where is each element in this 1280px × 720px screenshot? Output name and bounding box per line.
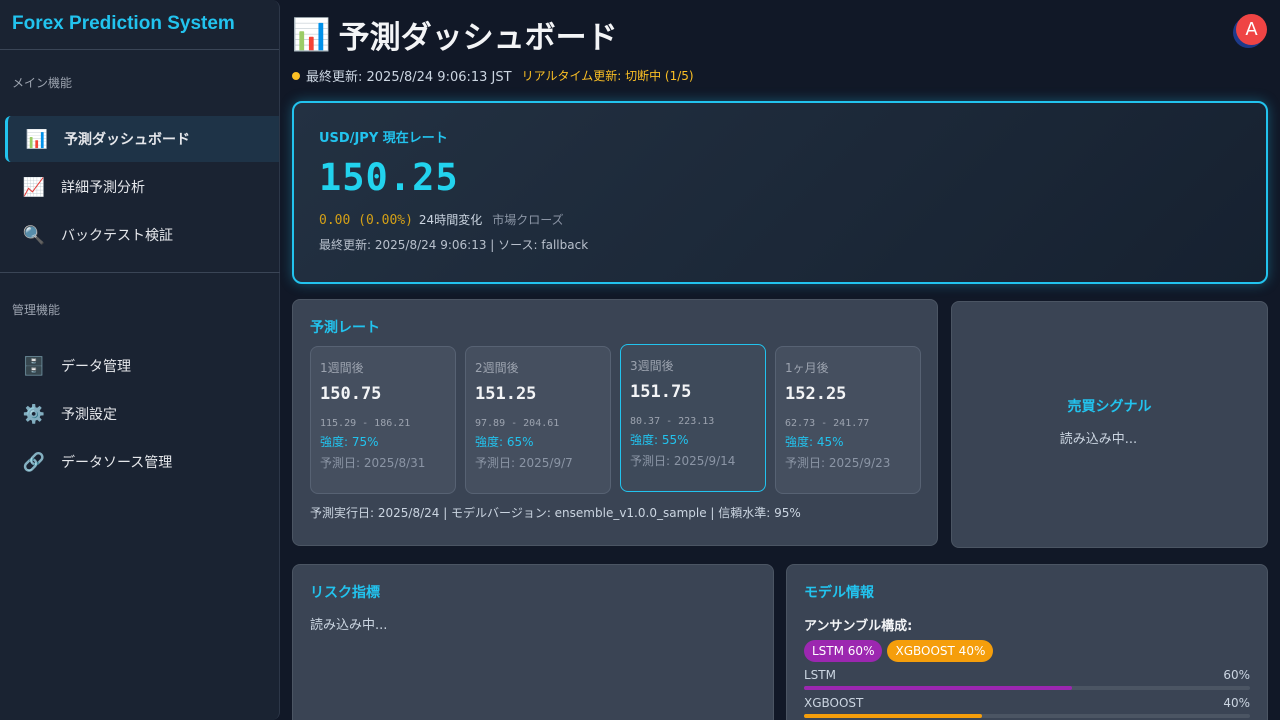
gear-icon: ⚙️ bbox=[22, 403, 46, 425]
prediction-date: 予測日: 2025/9/14 bbox=[630, 454, 736, 468]
prediction-card-highlighted[interactable]: 3週間後 151.75 80.37 - 223.13 強度: 55% 予測日: … bbox=[620, 344, 766, 492]
prediction-rate: 150.75 bbox=[320, 384, 382, 404]
sidebar-item-prediction-settings[interactable]: ⚙️ 予測設定 bbox=[5, 391, 279, 437]
model-weight-row: XGBOOST 40% bbox=[804, 696, 1250, 718]
model-weight-percent: 40% bbox=[1223, 696, 1250, 710]
model-weight-name: LSTM bbox=[804, 668, 836, 682]
sidebar-item-label: バックテスト検証 bbox=[61, 228, 173, 244]
prediction-card[interactable]: 1ヶ月後 152.25 62.73 - 241.77 強度: 45% 予測日: … bbox=[775, 346, 921, 494]
bar-chart-icon: 📊 bbox=[25, 128, 49, 150]
page-title: 📊 予測ダッシュボード bbox=[292, 12, 618, 57]
prediction-date: 予測日: 2025/9/7 bbox=[475, 456, 573, 470]
prediction-period: 3週間後 bbox=[630, 359, 674, 373]
model-weight-fill-xgboost bbox=[804, 714, 983, 718]
prediction-range: 80.37 - 223.13 bbox=[630, 416, 715, 427]
prediction-period: 1ヶ月後 bbox=[785, 361, 829, 375]
model-weight-track bbox=[804, 714, 1250, 718]
sidebar-item-label: 詳細予測分析 bbox=[61, 180, 145, 196]
prediction-panel-title: 予測レート bbox=[310, 320, 380, 336]
sidebar-item-dashboard[interactable]: 📊 予測ダッシュボード bbox=[5, 116, 279, 162]
page-title-text: 予測ダッシュボード bbox=[338, 20, 618, 56]
model-weight-track bbox=[804, 686, 1250, 690]
model-weight-name: XGBOOST bbox=[804, 696, 864, 710]
current-rate-card: USD/JPY 現在レート 150.25 0.00 (0.00%) 24時間変化… bbox=[292, 101, 1268, 284]
prediction-strength: 強度: 65% bbox=[475, 435, 534, 449]
prediction-range: 62.73 - 241.77 bbox=[785, 418, 870, 429]
realtime-status: リアルタイム更新: 切断中 (1/5) bbox=[521, 69, 694, 83]
rate-updated: 最終更新: 2025/8/24 9:06:13 | ソース: fallback bbox=[319, 238, 589, 252]
magnifier-icon: 🔍 bbox=[22, 224, 46, 246]
sidebar-item-label: データ管理 bbox=[61, 359, 131, 375]
prediction-range: 97.89 - 204.61 bbox=[475, 418, 560, 429]
change-row: 0.00 (0.00%) 24時間変化 市場クローズ bbox=[319, 211, 1241, 228]
ensemble-label: アンサンブル構成: bbox=[804, 619, 913, 634]
model-panel-title: モデル情報 bbox=[804, 585, 874, 601]
sidebar-divider bbox=[0, 272, 280, 273]
market-status: 市場クローズ bbox=[492, 213, 564, 227]
prediction-period: 1週間後 bbox=[320, 361, 364, 375]
ensemble-chips: LSTM 60% XGBOOST 40% bbox=[804, 640, 1250, 662]
model-weight-percent: 60% bbox=[1223, 668, 1250, 682]
prediction-strength: 強度: 75% bbox=[320, 435, 379, 449]
risk-panel-title: リスク指標 bbox=[310, 585, 380, 601]
currency-pair-label: USD/JPY 現在レート bbox=[319, 131, 448, 146]
prediction-rate: 151.75 bbox=[630, 382, 692, 402]
prediction-rate: 152.25 bbox=[785, 384, 847, 404]
prediction-card[interactable]: 1週間後 150.75 115.29 - 186.21 強度: 75% 予測日:… bbox=[310, 346, 456, 494]
prediction-rate: 151.25 bbox=[475, 384, 537, 404]
prediction-meta: 予測実行日: 2025/8/24 | モデルバージョン: ensemble_v1… bbox=[310, 506, 801, 520]
status-dot bbox=[292, 71, 300, 80]
model-weight-fill-lstm bbox=[804, 686, 1072, 690]
link-icon: 🔗 bbox=[22, 451, 46, 473]
avatar[interactable]: A bbox=[1236, 14, 1267, 45]
prediction-range: 115.29 - 186.21 bbox=[320, 418, 411, 429]
change-label: 24時間変化 bbox=[418, 213, 483, 227]
file-cabinet-icon: 🗄️ bbox=[22, 355, 46, 377]
sidebar-item-label: データソース管理 bbox=[61, 455, 173, 471]
sidebar-item-label: 予測ダッシュボード bbox=[64, 132, 190, 148]
trade-signal-panel: 売買シグナル 読み込み中... bbox=[951, 301, 1268, 548]
model-chip-lstm: LSTM 60% bbox=[804, 640, 883, 662]
prediction-date: 予測日: 2025/8/31 bbox=[320, 456, 426, 470]
trend-chart-icon: 📈 bbox=[22, 176, 46, 198]
risk-loading: 読み込み中... bbox=[310, 618, 388, 633]
signal-loading: 読み込み中... bbox=[1059, 432, 1138, 447]
prediction-strength: 強度: 55% bbox=[630, 433, 689, 447]
last-updated: 最終更新: 2025/8/24 9:06:13 JST bbox=[306, 70, 512, 85]
current-rate: 150.25 bbox=[319, 156, 459, 199]
bar-chart-icon: 📊 bbox=[292, 17, 331, 53]
prediction-period: 2週間後 bbox=[475, 361, 519, 375]
signal-panel-title: 売買シグナル bbox=[1067, 399, 1152, 415]
brand-title[interactable]: Forex Prediction System bbox=[0, 0, 279, 50]
section-label-main: メイン機能 bbox=[12, 76, 73, 90]
sidebar: Forex Prediction System メイン機能 📊 予測ダッシュボー… bbox=[0, 0, 280, 720]
rate-change: 0.00 (0.00%) bbox=[319, 213, 413, 228]
prediction-strength: 強度: 45% bbox=[785, 435, 844, 449]
prediction-date: 予測日: 2025/9/23 bbox=[785, 456, 891, 470]
sidebar-item-detailed-analysis[interactable]: 📈 詳細予測分析 bbox=[5, 164, 279, 210]
sidebar-item-data-sources[interactable]: 🔗 データソース管理 bbox=[5, 439, 279, 485]
risk-metrics-panel: リスク指標 読み込み中... bbox=[292, 564, 774, 720]
model-info-panel: モデル情報 アンサンブル構成: LSTM 60% XGBOOST 40% LST… bbox=[786, 564, 1268, 720]
model-chip-xgboost: XGBOOST 40% bbox=[887, 640, 994, 662]
prediction-panel: 予測レート 1週間後 150.75 115.29 - 186.21 強度: 75… bbox=[292, 299, 938, 546]
sidebar-item-label: 予測設定 bbox=[61, 407, 117, 423]
section-label-admin: 管理機能 bbox=[12, 303, 61, 317]
sidebar-item-backtest[interactable]: 🔍 バックテスト検証 bbox=[5, 212, 279, 258]
status-line: 最終更新: 2025/8/24 9:06:13 JST リアルタイム更新: 切断… bbox=[292, 66, 694, 85]
model-weight-row: LSTM 60% bbox=[804, 668, 1250, 690]
prediction-card[interactable]: 2週間後 151.25 97.89 - 204.61 強度: 65% 予測日: … bbox=[465, 346, 611, 494]
sidebar-item-data-management[interactable]: 🗄️ データ管理 bbox=[5, 343, 279, 389]
